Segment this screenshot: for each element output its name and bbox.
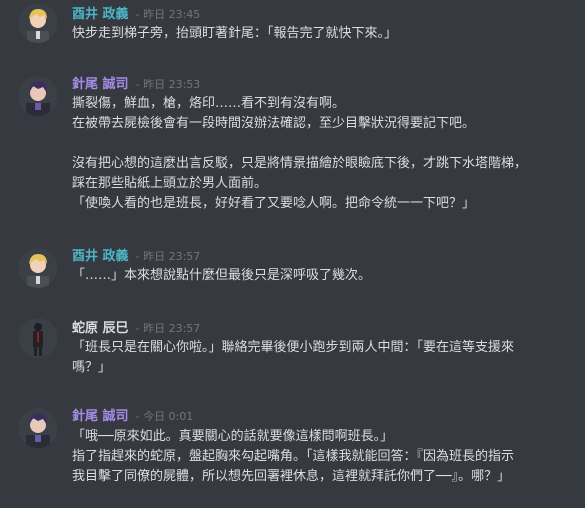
- avatar[interactable]: [18, 248, 58, 288]
- avatar[interactable]: [18, 3, 58, 43]
- message-timestamp: - 昨日 23:53: [135, 78, 201, 91]
- blonde-character-avatar-icon: [18, 248, 58, 288]
- avatar[interactable]: [18, 318, 58, 358]
- message-text-line: 指了指趕來的蛇原，盤起胸來勾起嘴角。「這樣我就能回答：『因為班長的指示: [72, 449, 515, 464]
- author-name[interactable]: 針尾 誠司: [72, 409, 129, 424]
- author-name[interactable]: 針尾 誠司: [72, 77, 129, 92]
- message-text-line: 「……」本來想說點什麼但最後只是深呼吸了幾次。: [72, 268, 372, 283]
- avatar[interactable]: [18, 408, 58, 448]
- message-text-line: 「哦──原來如此。真要關心的話就要像這樣問啊班長。」: [72, 429, 394, 444]
- message-text-line: 嗎？」: [72, 360, 112, 375]
- message-timestamp: - 昨日 23:57: [135, 322, 201, 335]
- message-text-line: 踩在那些貼紙上頭立於男人面前。: [72, 176, 268, 191]
- avatar[interactable]: [18, 76, 58, 116]
- message-text-line: 沒有把心想的這麼出言反駁，只是將情景描繪於眼瞼底下後，才跳下水塔階梯，: [72, 156, 528, 171]
- message-timestamp: - 昨日 23:57: [135, 250, 201, 263]
- message-text-line: 我目擊了同僚的屍體，所以想先回署裡休息，這裡就拜託你們了──』。哪？」: [72, 469, 511, 484]
- dark-standing-figure-avatar-icon: [18, 318, 58, 358]
- message-text-line: 「班長只是在關心你啦。」聯絡完畢後便小跑步到兩人中間：「要在這等支援來: [72, 340, 515, 355]
- purple-hair-character-avatar-icon: [18, 408, 58, 448]
- author-name[interactable]: 酉井 政義: [72, 249, 129, 264]
- message-text-line: 「使喚人看的也是班長，好好看了又要唸人啊。把命令統一一下吧？」: [72, 196, 476, 211]
- blonde-character-avatar-icon: [18, 3, 58, 43]
- message-text-line: 在被帶去屍檢後會有一段時間沒辦法確認，至少目擊狀況得要記下吧。: [72, 116, 476, 131]
- message-timestamp: - 今日 0:01: [135, 410, 194, 423]
- message-text-line: 撕裂傷，鮮血，槍，烙印……看不到有沒有啊。: [72, 96, 346, 111]
- message-timestamp: - 昨日 23:45: [135, 8, 201, 21]
- message-text-line: 快步走到梯子旁，抬頭盯著針尾：「報告完了就快下來。」: [72, 26, 398, 41]
- purple-hair-character-avatar-icon: [18, 76, 58, 116]
- chat-message-list: 酉井 政義 - 昨日 23:45 快步走到梯子旁，抬頭盯著針尾：「報告完了就快下…: [0, 0, 585, 508]
- author-name[interactable]: 蛇原 辰巳: [72, 321, 129, 336]
- author-name[interactable]: 酉井 政義: [72, 7, 129, 22]
